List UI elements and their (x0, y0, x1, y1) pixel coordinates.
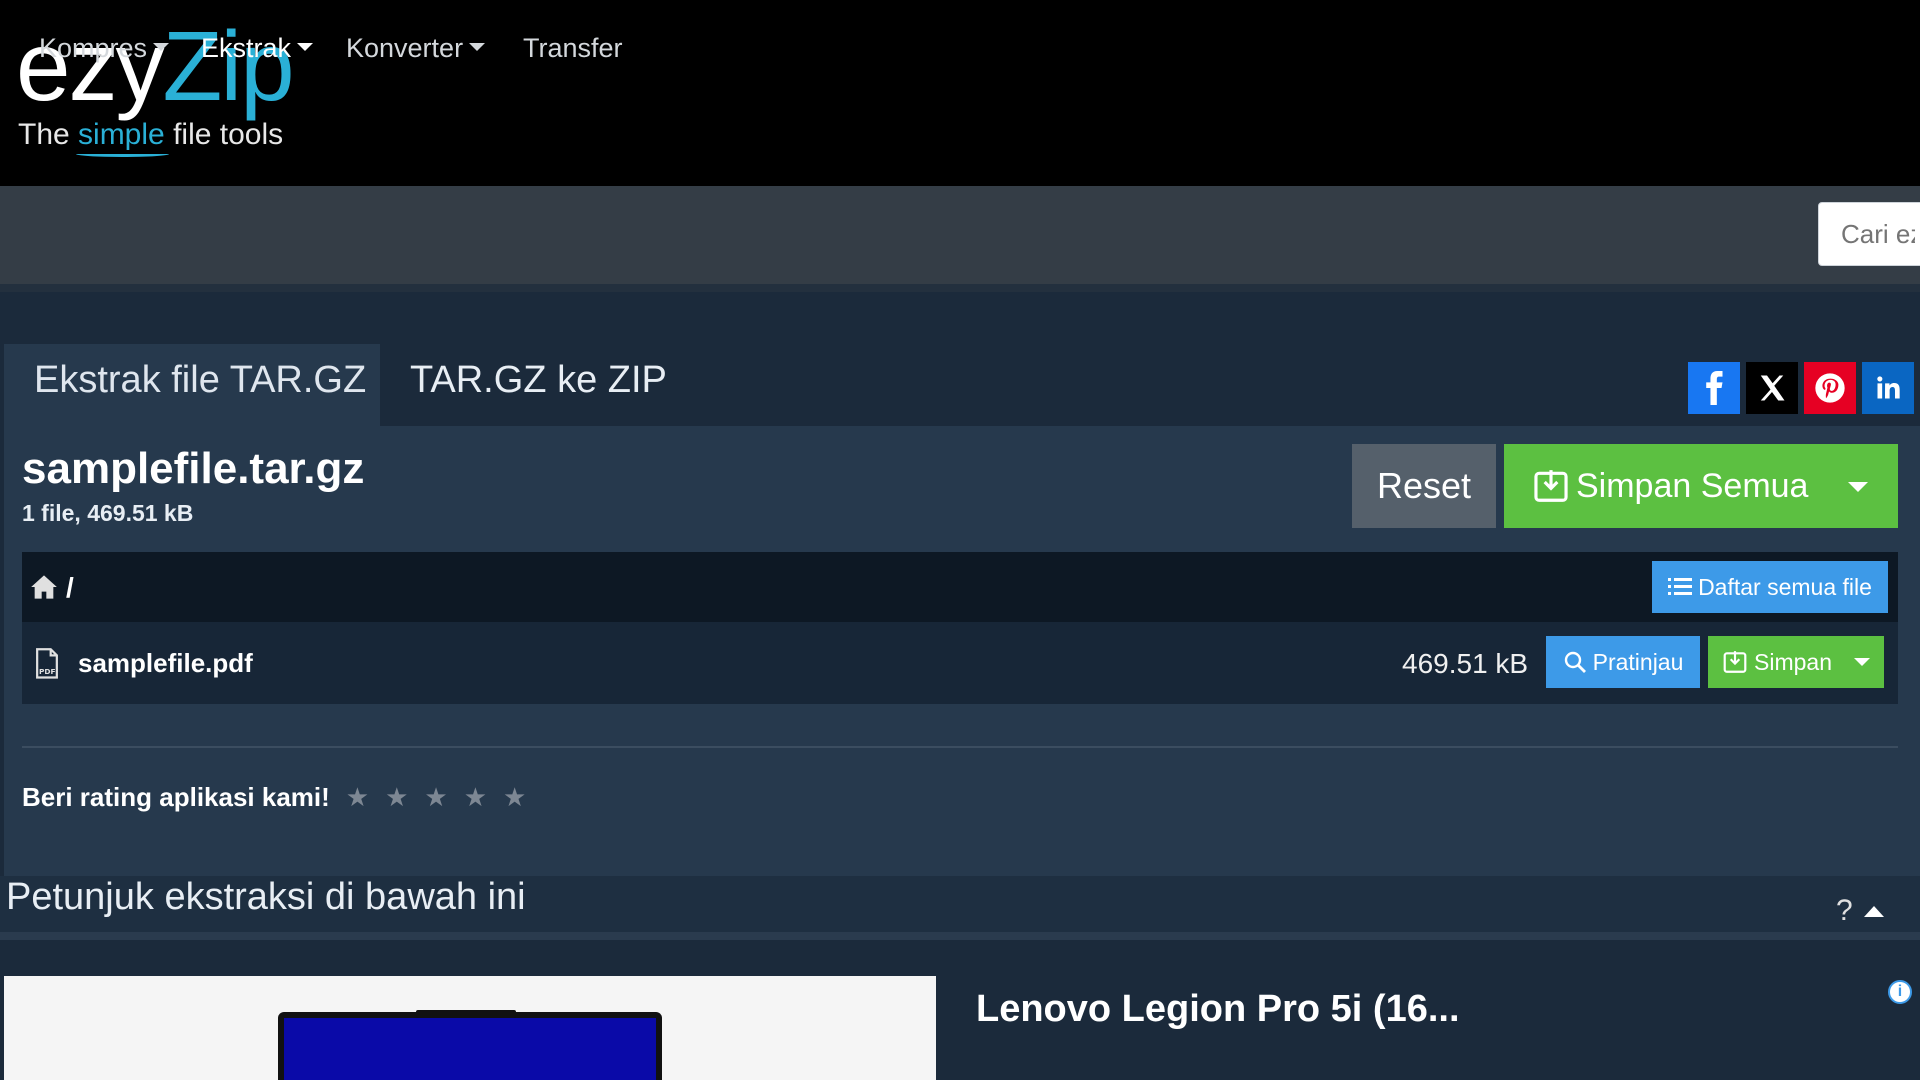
search-icon (1564, 651, 1586, 673)
share-x-button[interactable] (1746, 362, 1798, 414)
share-facebook-button[interactable] (1688, 362, 1740, 414)
archive-info: 1 file, 469.51 kB (22, 500, 194, 526)
rating-stars: ★ ★ ★ ★ ★ (330, 782, 527, 813)
laptop-camera (416, 1010, 516, 1018)
preview-label: Pratinjau (1592, 648, 1684, 675)
rating-widget: Beri rating aplikasi kami! ★ ★ ★ ★ ★ (22, 782, 526, 813)
rating-label: Beri rating aplikasi kami! (22, 782, 330, 812)
nav-ekstrak-label: Ekstrak (201, 33, 292, 63)
chevron-up-icon[interactable] (1864, 906, 1884, 917)
nav-ekstrak[interactable]: Ekstrak (201, 30, 314, 66)
instructions-divider (0, 932, 1920, 940)
breadcrumb (22, 552, 1898, 622)
star-icon[interactable]: ★ (503, 782, 526, 812)
tab-extract-targz[interactable]: Ekstrak file TAR.GZ (4, 344, 380, 426)
download-icon (1723, 651, 1747, 673)
nav-transfer[interactable]: Transfer (523, 30, 623, 66)
file-size: 469.51 kB (1402, 648, 1529, 679)
section-divider (22, 746, 1898, 748)
logo-tagline: The simple file tools (18, 118, 283, 152)
save-all-button[interactable]: Simpan Semua (1504, 444, 1898, 528)
star-icon[interactable]: ★ (424, 782, 447, 812)
save-label: Simpan (1754, 648, 1832, 675)
list-all-files-label: Daftar semua file (1698, 573, 1872, 600)
ad-info-icon[interactable]: i (1888, 980, 1912, 1004)
star-icon[interactable]: ★ (385, 782, 408, 812)
save-all-label: Simpan Semua (1576, 466, 1809, 505)
ad-title[interactable]: Lenovo Legion Pro 5i (16... (976, 988, 1460, 1031)
share-pinterest-button[interactable] (1804, 362, 1856, 414)
star-icon[interactable]: ★ (346, 782, 369, 812)
x-icon (1760, 375, 1785, 401)
facebook-icon (1706, 371, 1723, 405)
tab-targz-to-zip[interactable]: TAR.GZ ke ZIP (380, 344, 697, 426)
svg-text:PDF: PDF (39, 667, 56, 676)
download-icon (1534, 470, 1568, 502)
logo-zip: Zip (162, 11, 295, 121)
pinterest-icon (1815, 373, 1845, 403)
nav-konverter[interactable]: Konverter (346, 30, 486, 66)
chevron-down-icon[interactable] (1848, 482, 1868, 492)
list-icon (1668, 578, 1693, 595)
logo-wordmark: ezyZip (16, 8, 295, 124)
archive-name: samplefile.tar.gz (22, 444, 365, 493)
reset-button[interactable]: Reset (1352, 444, 1496, 528)
search-input[interactable] (1818, 202, 1920, 266)
tagline-pre: The (18, 118, 79, 151)
ad-image[interactable] (4, 976, 936, 1080)
nav-kompres-label: Kompres (39, 33, 148, 63)
pdf-file-icon: PDF (36, 648, 58, 679)
nav-transfer-label: Transfer (523, 33, 623, 63)
navbar-divider (0, 284, 1920, 292)
laptop-image (278, 1010, 662, 1080)
linkedin-icon (1877, 376, 1900, 399)
main-navbar (0, 186, 1920, 284)
laptop-screen (284, 1018, 656, 1080)
home-icon[interactable] (30, 574, 58, 600)
nav-konverter-label: Konverter (346, 33, 464, 63)
nav-kompres[interactable]: Kompres (39, 30, 170, 66)
chevron-down-icon (469, 43, 486, 51)
star-icon[interactable]: ★ (464, 782, 487, 812)
site-header: ezyZip The simple file tools (0, 0, 1920, 186)
preview-button[interactable]: Pratinjau (1546, 636, 1700, 688)
chevron-down-icon (153, 43, 170, 51)
tagline-post: file tools (164, 118, 284, 151)
breadcrumb-path: / (66, 572, 74, 603)
file-name: samplefile.pdf (78, 648, 253, 678)
share-linkedin-button[interactable] (1862, 362, 1914, 414)
list-all-files-button[interactable]: Daftar semua file (1652, 561, 1888, 613)
chevron-down-icon (297, 43, 314, 51)
chevron-down-icon[interactable] (1854, 658, 1870, 666)
save-button[interactable]: Simpan (1708, 636, 1884, 688)
logo-ezy: ezy (16, 11, 165, 121)
tagline-simple: simple (78, 118, 165, 151)
help-icon[interactable]: ? (1836, 894, 1853, 928)
instructions-title: Petunjuk ekstraksi di bawah ini (6, 876, 526, 918)
